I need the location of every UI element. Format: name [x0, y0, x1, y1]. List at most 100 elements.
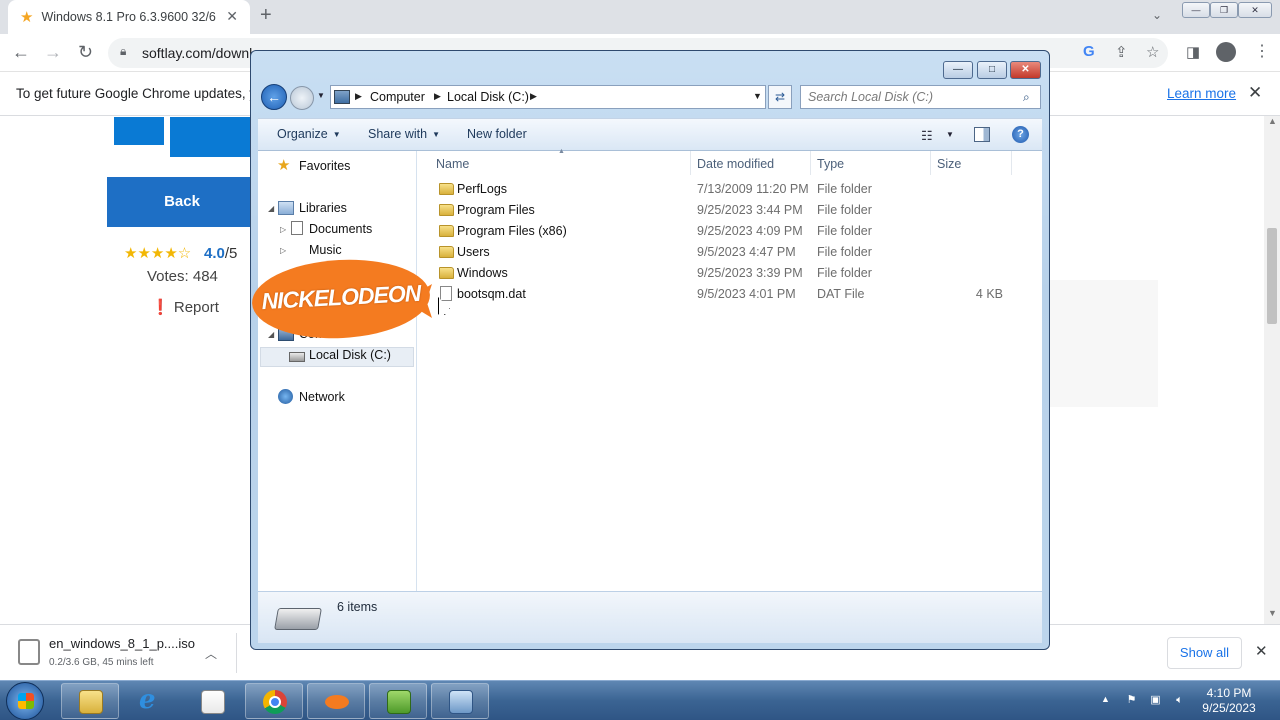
nav-local-disk[interactable]: Local Disk (C:)	[309, 348, 391, 362]
browser-tab[interactable]: ★ Windows 8.1 Pro 6.3.9600 32/64 ✕	[8, 0, 250, 34]
os-close-button[interactable]: ✕	[1238, 2, 1272, 18]
recent-pages-dropdown-icon[interactable]: ▼	[317, 91, 325, 100]
column-header-name[interactable]: Name	[436, 157, 469, 171]
refresh-button[interactable]: ⇄	[768, 85, 792, 109]
os-minimize-button[interactable]: —	[1182, 2, 1210, 18]
new-tab-button[interactable]: +	[260, 4, 272, 27]
taskbar-chrome-button[interactable]	[245, 683, 303, 719]
local-disk-icon	[289, 352, 305, 362]
breadcrumb-computer[interactable]: Computer	[370, 90, 425, 104]
breadcrumb-arrow-icon[interactable]: ▶	[530, 91, 537, 102]
download-file-name[interactable]: en_windows_8_1_p....iso	[49, 636, 195, 651]
favicon-star-icon: ★	[20, 9, 34, 26]
column-divider[interactable]	[690, 151, 691, 175]
taskbar-ie-button[interactable]: e	[122, 683, 180, 719]
table-row[interactable]: Windows 9/25/2023 3:39 PM File folder	[418, 263, 1042, 284]
expander-open-icon[interactable]: ◢	[268, 330, 274, 339]
infobar-close-icon[interactable]: ✕	[1248, 83, 1262, 103]
reload-icon[interactable]: ↻	[78, 42, 93, 63]
explorer-content: ★ Favorites ◢ Libraries ▷ Documents ▷ Mu…	[258, 148, 1042, 591]
scroll-up-arrow-icon[interactable]: ▲	[1268, 116, 1277, 126]
page-scrollbar[interactable]: ▲ ▼	[1264, 116, 1280, 624]
tab-close-icon[interactable]: ✕	[226, 8, 238, 25]
taskbar-download-button[interactable]	[369, 683, 427, 719]
table-row[interactable]: Users 9/5/2023 4:47 PM File folder	[418, 242, 1042, 263]
volume-muted-icon[interactable]: 🔈︎	[1172, 693, 1187, 707]
taskbar-media-button[interactable]	[183, 683, 241, 719]
explorer-back-button[interactable]: ←	[261, 84, 287, 110]
column-header-date[interactable]: Date modified	[697, 157, 774, 171]
column-divider[interactable]	[1011, 151, 1012, 175]
learn-more-link[interactable]: Learn more	[1167, 86, 1236, 101]
lock-icon: 🔒︎	[120, 44, 127, 58]
column-header-size[interactable]: Size	[937, 157, 961, 171]
download-options-chevron-icon[interactable]: ︿	[205, 645, 217, 662]
breadcrumb-arrow-icon[interactable]: ▶	[355, 91, 362, 102]
expander-closed-icon[interactable]: ▷	[280, 225, 286, 234]
file-type: DAT File	[817, 287, 865, 301]
file-name: Users	[457, 245, 490, 259]
rating-stars-icon[interactable]: ★★★★☆	[124, 244, 191, 262]
file-icon	[440, 286, 452, 301]
explorer-maximize-button[interactable]: □	[977, 61, 1007, 79]
preview-pane-icon[interactable]	[974, 127, 990, 142]
nav-music[interactable]: Music	[309, 243, 342, 257]
taskbar-explorer-button[interactable]	[61, 683, 119, 719]
new-folder-button[interactable]: New folder	[467, 127, 527, 141]
share-with-menu[interactable]: Share with ▼	[368, 127, 440, 141]
os-restore-button[interactable]: ❐	[1210, 2, 1238, 18]
page-back-button[interactable]: Back	[107, 177, 257, 227]
scroll-down-arrow-icon[interactable]: ▼	[1268, 608, 1277, 618]
bookmark-star-icon[interactable]: ☆	[1146, 43, 1159, 61]
taskbar-clock[interactable]: 4:10 PM 9/25/2023	[1195, 686, 1263, 716]
show-all-button[interactable]: Show all	[1167, 637, 1242, 669]
expander-closed-icon[interactable]: ▷	[280, 246, 286, 255]
nav-libraries[interactable]: Libraries	[299, 201, 347, 215]
change-view-icon[interactable]: ☷	[921, 128, 933, 144]
file-type: File folder	[817, 203, 872, 217]
share-icon[interactable]: ⇪	[1115, 43, 1128, 61]
back-arrow-icon[interactable]: ←	[12, 42, 30, 63]
taskbar-nickelodeon-button[interactable]	[307, 683, 365, 719]
column-divider[interactable]	[810, 151, 811, 175]
view-options-dropdown-icon[interactable]: ▼	[946, 130, 954, 139]
google-lens-icon[interactable]: G	[1083, 43, 1095, 60]
explorer-minimize-button[interactable]: —	[943, 61, 973, 79]
organize-menu[interactable]: Organize ▼	[277, 127, 341, 141]
side-panel-icon[interactable]: ◨	[1186, 43, 1200, 61]
menu-kebab-icon[interactable]: ⋮	[1254, 41, 1270, 61]
folder-icon	[439, 225, 454, 237]
report-link[interactable]: ❗ Report	[151, 298, 219, 316]
table-row[interactable]: Program Files 9/25/2023 3:44 PM File fol…	[418, 200, 1042, 221]
scrollbar-thumb[interactable]	[1267, 228, 1277, 324]
file-name: Windows	[457, 266, 508, 280]
address-dropdown-icon[interactable]: ▼	[753, 91, 762, 101]
breadcrumb-arrow-icon[interactable]: ▶	[434, 91, 441, 102]
nav-network[interactable]: Network	[299, 390, 345, 404]
nav-favorites[interactable]: Favorites	[299, 159, 350, 173]
tab-search-chevron-icon[interactable]: ⌄	[1152, 8, 1162, 22]
column-divider[interactable]	[930, 151, 931, 175]
table-row[interactable]: PerfLogs 7/13/2009 11:20 PM File folder	[418, 179, 1042, 200]
table-row[interactable]: bootsqm.dat 9/5/2023 4:01 PM DAT File 4 …	[418, 284, 1042, 305]
column-header-type[interactable]: Type	[817, 157, 844, 171]
search-icon[interactable]: ⌕	[1023, 90, 1030, 105]
explorer-close-button[interactable]: ✕	[1010, 61, 1041, 79]
breadcrumb-local-disk[interactable]: Local Disk (C:)	[447, 90, 529, 104]
explorer-address-bar[interactable]: ▶ Computer ▶ Local Disk (C:) ▶ ▼	[330, 85, 766, 109]
action-center-flag-icon[interactable]: ⚑	[1124, 693, 1139, 707]
help-icon[interactable]: ?	[1012, 126, 1029, 143]
show-hidden-icons-icon[interactable]: ▲	[1101, 694, 1110, 704]
file-date: 9/25/2023 4:09 PM	[697, 224, 803, 238]
nav-documents[interactable]: Documents	[309, 222, 372, 236]
table-row[interactable]: Program Files (x86) 9/25/2023 4:09 PM Fi…	[418, 221, 1042, 242]
expander-open-icon[interactable]: ◢	[268, 204, 274, 213]
network-tray-icon[interactable]: ▣	[1148, 693, 1163, 707]
profile-avatar-icon[interactable]	[1216, 42, 1236, 62]
start-button[interactable]	[6, 682, 44, 720]
forward-arrow-icon[interactable]: →	[44, 42, 62, 63]
download-shelf-close-icon[interactable]: ✕	[1255, 642, 1268, 660]
taskbar-control-panel-button[interactable]	[431, 683, 489, 719]
explorer-forward-button[interactable]	[290, 86, 314, 110]
explorer-search-box[interactable]: Search Local Disk (C:) ⌕	[800, 85, 1041, 109]
